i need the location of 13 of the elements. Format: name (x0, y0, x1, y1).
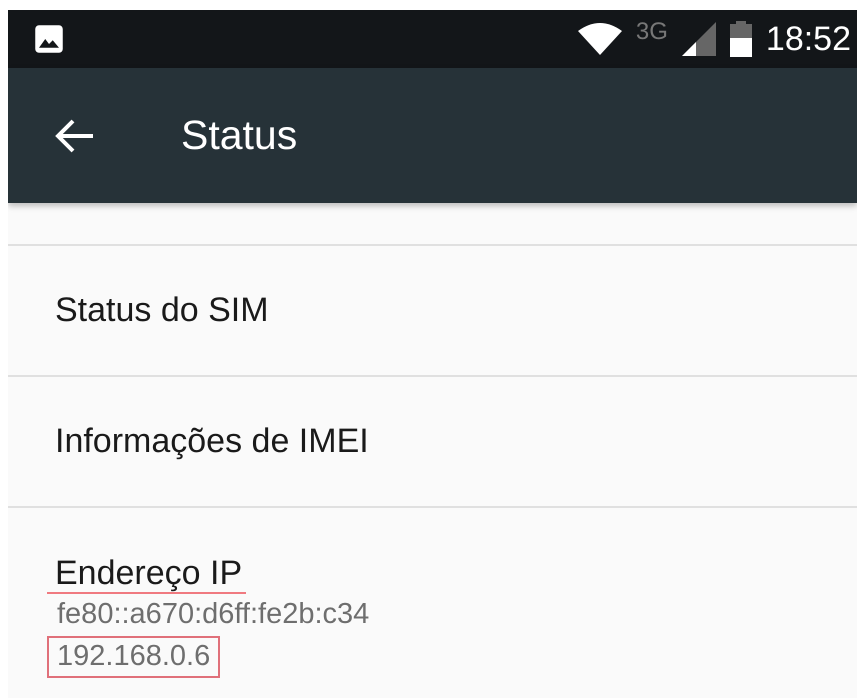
clock: 18:52 (766, 20, 851, 58)
screen-title: Status (181, 112, 298, 159)
setting-title[interactable]: Endereço IP (47, 554, 246, 594)
signal-icon (682, 22, 716, 56)
wifi-icon (578, 23, 622, 55)
network-type: 3G (636, 18, 668, 46)
setting-value: fe80::a670:d6ff:fe2b:c34 (56, 597, 370, 632)
battery-icon (730, 21, 752, 57)
back-arrow-icon[interactable] (55, 118, 95, 152)
setting-value: 192.168.0.6 (47, 636, 220, 678)
setting-title[interactable]: Informações de IMEI (47, 422, 373, 461)
setting-title[interactable]: Status do SIM (47, 291, 273, 330)
image-icon (34, 24, 64, 54)
